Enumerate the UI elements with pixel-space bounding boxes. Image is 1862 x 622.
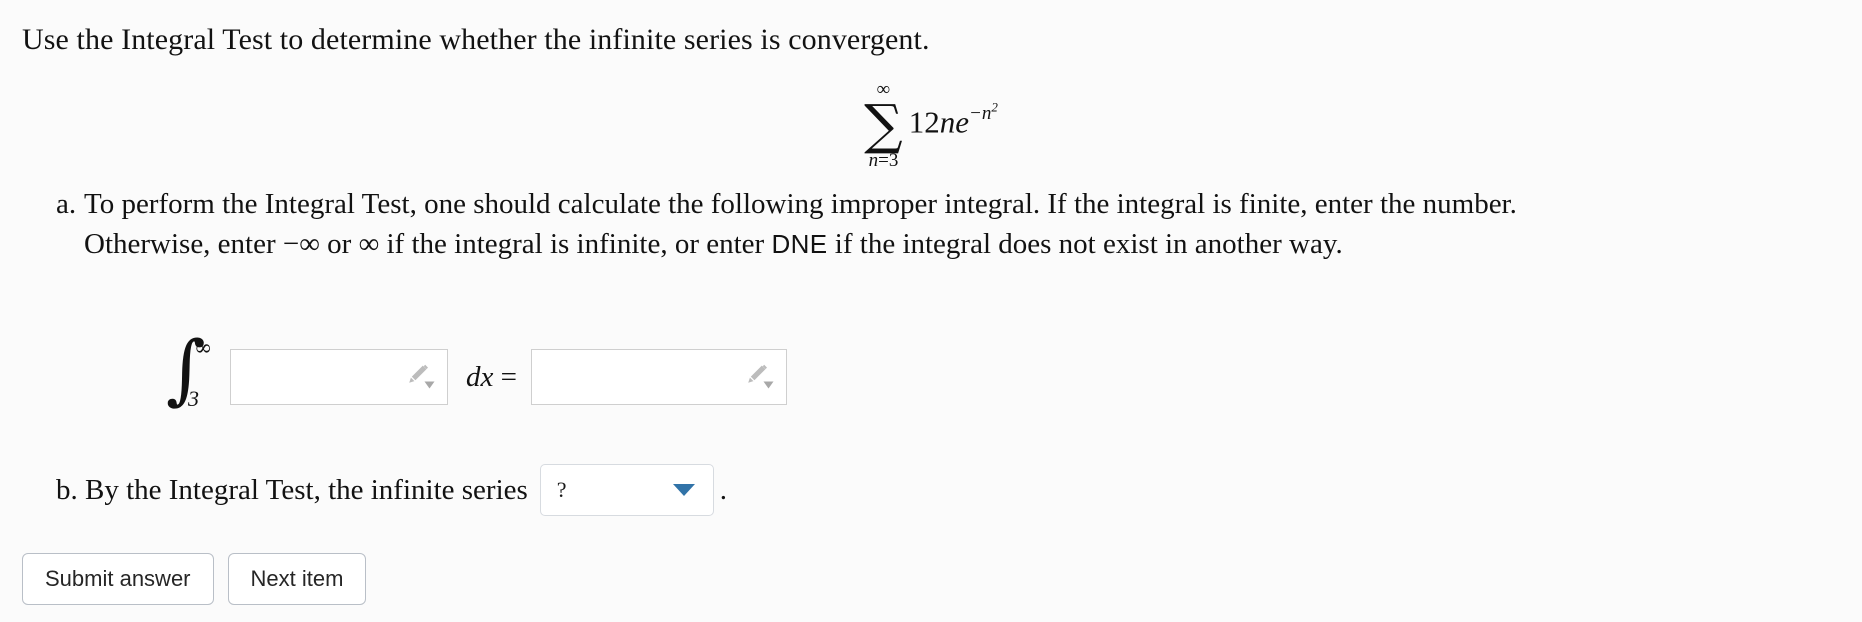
part-b-block: b. By the Integral Test, the infinite se…: [56, 464, 727, 516]
summation-equals: =: [878, 150, 889, 171]
equals-sign: =: [500, 360, 517, 393]
exponent-power: 2: [991, 99, 998, 115]
part-a-body: To perform the Integral Test, one should…: [84, 184, 1846, 264]
convergence-select-value: ?: [556, 477, 567, 502]
next-item-button[interactable]: Next item: [227, 553, 367, 605]
part-b-marker: b.: [56, 474, 78, 506]
part-a-marker: a.: [56, 188, 77, 220]
integrand-input[interactable]: [230, 349, 448, 405]
integral-upper-limit: ∞: [194, 336, 213, 361]
integral-symbol-group: ∫ ∞ 3: [166, 326, 224, 420]
question-prompt: Use the Integral Test to determine wheth…: [22, 23, 930, 56]
chevron-down-icon[interactable]: [672, 484, 695, 496]
series-formula: ∞ ∑ n=3 12ne−n2: [0, 78, 1862, 172]
part-a-line-1: To perform the Integral Test, one should…: [84, 188, 1517, 220]
convergence-select[interactable]: ?: [539, 464, 714, 516]
action-buttons: Submit answer Next item: [22, 553, 367, 605]
series-term: 12ne−n2: [908, 99, 998, 141]
series-base: e: [955, 104, 969, 140]
summation-start-value: 3: [888, 150, 899, 171]
part-b-text: By the Integral Test, the infinite serie…: [85, 474, 528, 506]
sigma-icon: ∑: [864, 93, 903, 156]
exponent-sign: −: [969, 103, 982, 124]
series-coefficient: 12: [908, 104, 940, 140]
integral-lower-limit: 3: [188, 386, 199, 411]
series-variable: n: [939, 104, 956, 140]
summation-lower-limit: n=3: [864, 150, 903, 172]
pencil-dropdown-icon[interactable]: [407, 364, 437, 390]
summation-index: n: [868, 150, 879, 171]
dne-keyword: DNE: [771, 229, 828, 259]
series-exponent: −n2: [969, 99, 998, 124]
pencil-dropdown-icon[interactable]: [746, 364, 776, 390]
sentence-period: .: [719, 474, 728, 506]
part-a-block: a. To perform the Integral Test, one sho…: [56, 184, 1846, 264]
part-a-line-2-after: if the integral does not exist in anothe…: [827, 228, 1343, 260]
summation-symbol-group: ∞ ∑ n=3: [864, 80, 903, 172]
integral-result-input[interactable]: [530, 349, 787, 405]
exponent-variable: n: [981, 103, 992, 124]
exercise-page: Use the Integral Test to determine wheth…: [0, 0, 1862, 622]
integral-answer-row: ∫ ∞ 3 dx =: [166, 326, 787, 420]
part-a-line-2-before: Otherwise, enter −∞ or ∞ if the integral…: [84, 228, 772, 260]
submit-answer-button[interactable]: Submit answer: [22, 553, 214, 605]
differential-and-equals: dx =: [466, 361, 517, 394]
part-a-line-2: Otherwise, enter −∞ or ∞ if the integral…: [84, 224, 1846, 264]
differential-dx: dx: [466, 360, 494, 393]
